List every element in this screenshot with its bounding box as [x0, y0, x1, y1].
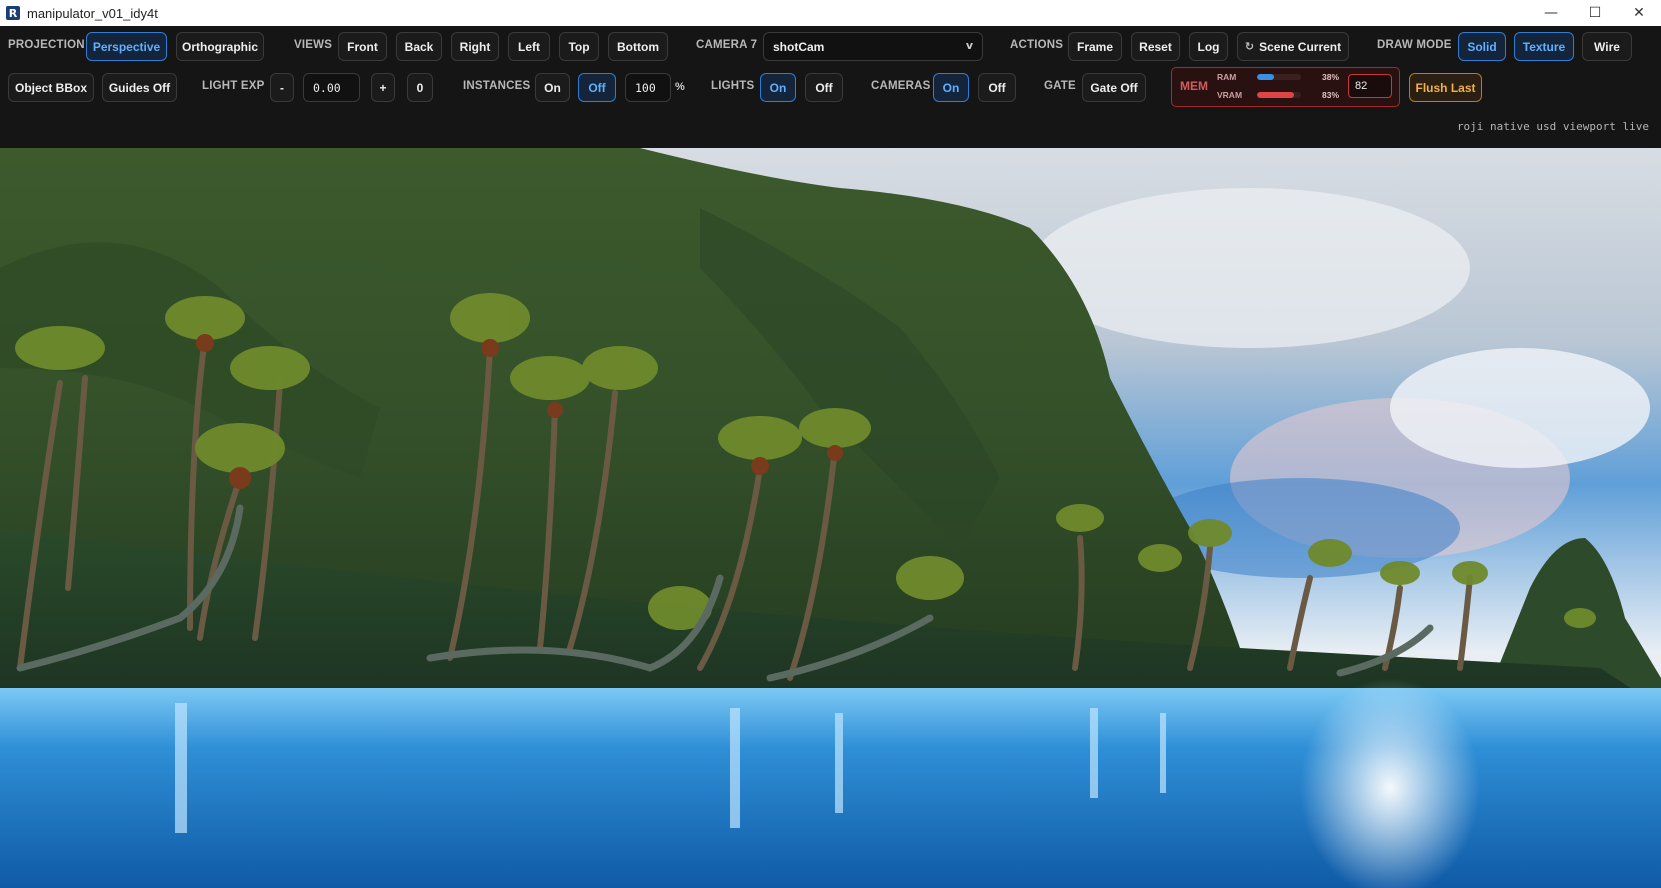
views-label: VIEWS [294, 39, 333, 51]
water-sparkle [1090, 708, 1098, 798]
view-bottom-button[interactable]: Bottom [608, 32, 668, 61]
lights-label: LIGHTS [711, 80, 755, 92]
viewport-toolbar: PROJECTION Perspective Orthographic VIEW… [0, 26, 1661, 148]
minimize-button[interactable]: — [1529, 0, 1573, 26]
palm-frond [799, 408, 871, 448]
cloud [1030, 188, 1470, 348]
view-front-button[interactable]: Front [338, 32, 387, 61]
view-back-button[interactable]: Back [396, 32, 442, 61]
guides-toggle-button[interactable]: Guides Off [102, 73, 177, 102]
cameras-on-button[interactable]: On [933, 73, 969, 102]
light-exp-reset-button[interactable]: 0 [407, 73, 433, 102]
gate-toggle-button[interactable]: Gate Off [1082, 73, 1146, 102]
cameras-label: CAMERAS [871, 80, 931, 92]
palm-frond [195, 423, 285, 473]
window-title: manipulator_v01_idy4t [27, 5, 158, 21]
flush-last-button[interactable]: Flush Last [1409, 73, 1482, 102]
water-sparkle [1160, 713, 1166, 793]
sun-reflection [1300, 678, 1480, 888]
log-button[interactable]: Log [1189, 32, 1228, 61]
palm-frond [510, 356, 590, 400]
frame-button[interactable]: Frame [1068, 32, 1122, 61]
refresh-icon: ↻ [1244, 40, 1255, 53]
palm-frond [1138, 544, 1182, 572]
view-top-button[interactable]: Top [559, 32, 599, 61]
light-exp-increment-button[interactable]: + [371, 73, 395, 102]
memory-panel: MEM RAM 38% VRAM 83% 82 [1171, 67, 1400, 107]
light-exp-input[interactable]: 0.00 [303, 73, 360, 102]
coconut [751, 457, 769, 475]
ram-meter-fill [1257, 74, 1274, 80]
palm-frond [582, 346, 658, 390]
actions-label: ACTIONS [1010, 39, 1064, 51]
instances-percent-input[interactable]: 100 [625, 73, 671, 102]
ram-label: RAM [1217, 72, 1237, 82]
vram-meter [1257, 92, 1301, 98]
lights-on-button[interactable]: On [760, 73, 796, 102]
ram-percent: 38% [1322, 72, 1340, 82]
camera-select[interactable]: shotCam v [763, 32, 983, 61]
instances-on-button[interactable]: On [535, 73, 570, 102]
palm-frond [230, 346, 310, 390]
scene-current-button[interactable]: ↻ Scene Current [1237, 32, 1349, 61]
palm-frond [896, 556, 964, 600]
object-bbox-button[interactable]: Object BBox [8, 73, 94, 102]
perspective-button[interactable]: Perspective [86, 32, 167, 61]
palm-frond [1564, 608, 1596, 628]
draw-texture-button[interactable]: Texture [1514, 32, 1574, 61]
reset-button[interactable]: Reset [1131, 32, 1180, 61]
draw-wire-button[interactable]: Wire [1582, 32, 1632, 61]
palm-frond [1056, 504, 1104, 532]
lights-off-button[interactable]: Off [805, 73, 843, 102]
vram-label: VRAM [1217, 90, 1243, 100]
cameras-off-button[interactable]: Off [978, 73, 1016, 102]
palm-frond [1188, 519, 1232, 547]
water-sparkle [175, 703, 187, 833]
viewport-render [0, 148, 1661, 888]
water-sparkle [835, 713, 843, 813]
palm-frond [718, 416, 802, 460]
app-icon: R [6, 6, 20, 20]
palm-frond [15, 326, 105, 370]
coconut [196, 334, 214, 352]
coconut [229, 467, 251, 489]
draw-solid-button[interactable]: Solid [1458, 32, 1506, 61]
vram-percent: 83% [1322, 90, 1340, 100]
window-controls: — ☐ ✕ [1529, 0, 1661, 26]
light-exp-label: LIGHT EXP [202, 80, 265, 92]
scene-current-label: Scene Current [1259, 39, 1342, 54]
coconut [827, 445, 843, 461]
palm-frond [450, 293, 530, 343]
instances-percent-unit: % [675, 81, 685, 93]
viewport-status-text: roji native usd viewport live [1456, 120, 1649, 133]
cloud [1390, 348, 1650, 468]
light-exp-decrement-button[interactable]: - [270, 73, 294, 102]
ram-meter [1257, 74, 1301, 80]
draw-mode-label: DRAW MODE [1377, 39, 1452, 51]
view-right-button[interactable]: Right [451, 32, 499, 61]
instances-label: INSTANCES [463, 80, 531, 92]
coconut [547, 402, 563, 418]
memory-threshold-input[interactable]: 82 [1348, 74, 1392, 98]
maximize-button[interactable]: ☐ [1573, 0, 1617, 26]
gate-label: GATE [1044, 80, 1076, 92]
palm-frond [1380, 561, 1420, 585]
orthographic-button[interactable]: Orthographic [176, 32, 264, 61]
memory-label: MEM [1180, 79, 1208, 93]
palm-frond [165, 296, 245, 340]
title-bar: R manipulator_v01_idy4t — ☐ ✕ [0, 0, 1661, 26]
3d-viewport[interactable] [0, 148, 1661, 888]
palm-frond [1308, 539, 1352, 567]
chevron-down-icon: v [965, 39, 973, 52]
camera-selected-value: shotCam [773, 39, 825, 54]
view-left-button[interactable]: Left [508, 32, 550, 61]
instances-off-button[interactable]: Off [578, 73, 616, 102]
projection-label: PROJECTION [8, 39, 85, 51]
palm-frond [1452, 561, 1488, 585]
coconut [481, 339, 499, 357]
vram-meter-fill [1257, 92, 1294, 98]
camera-label: CAMERA 7 [696, 39, 758, 51]
close-button[interactable]: ✕ [1617, 0, 1661, 26]
water-sparkle [730, 708, 740, 828]
